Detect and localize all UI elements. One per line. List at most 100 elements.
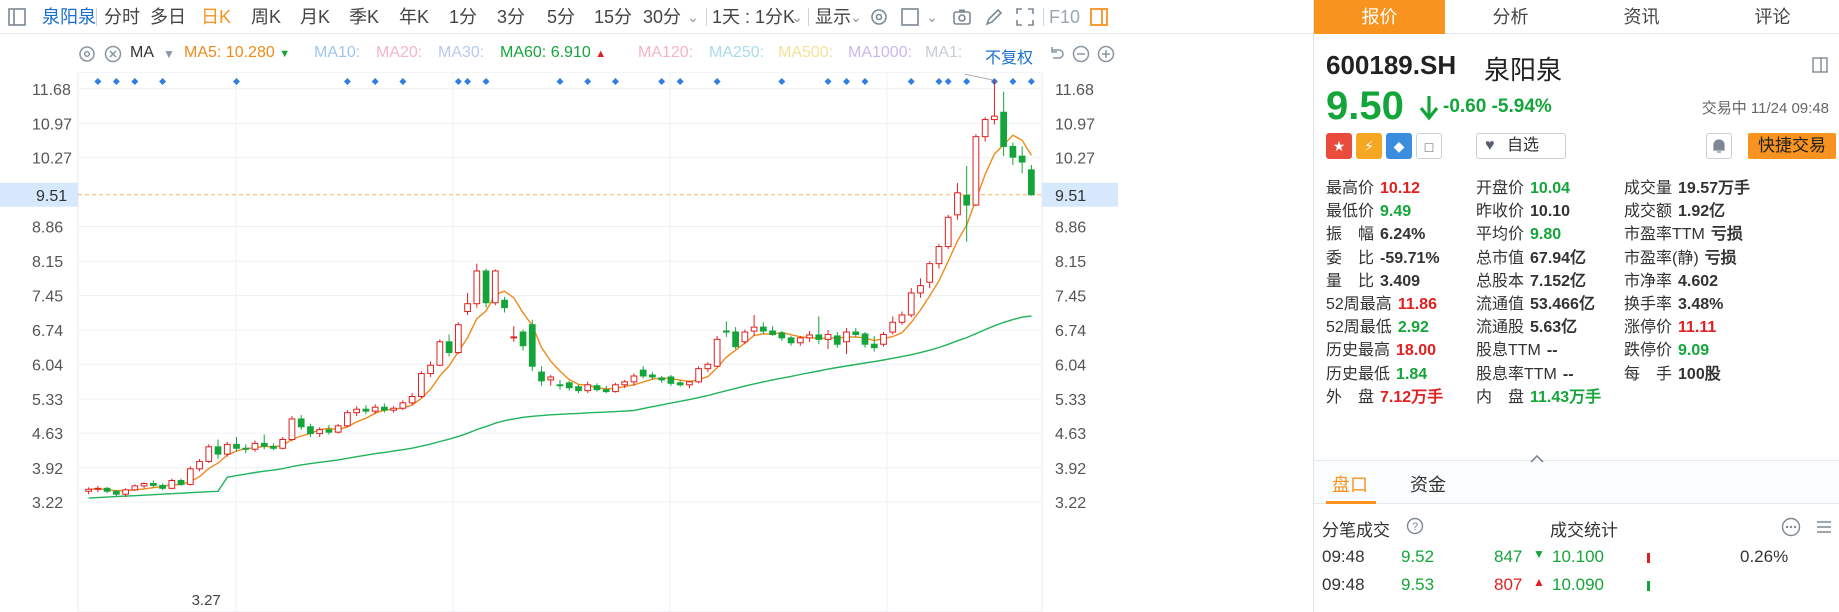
event-marker: [907, 78, 915, 85]
list-menu-icon[interactable]: [1814, 517, 1834, 537]
quote-key: 开盘价: [1476, 180, 1525, 197]
arrow-up-icon: ▲: [595, 48, 607, 60]
china-flag-icon[interactable]: ★: [1326, 133, 1352, 159]
candle-body: [538, 371, 545, 382]
candle-body: [371, 406, 379, 412]
collapse-panel-icon[interactable]: [1811, 56, 1829, 74]
period-yearly-k[interactable]: 年K: [399, 0, 429, 34]
candle-body: [399, 402, 407, 409]
candle-body: [390, 407, 397, 411]
quote-value: 6.24%: [1380, 226, 1426, 244]
period-5min[interactable]: 5分: [547, 0, 575, 34]
y-tick-label-left: 11.68: [32, 82, 71, 99]
zoom-in-icon[interactable]: [1096, 44, 1116, 64]
tag-icon[interactable]: ◆: [1386, 133, 1412, 159]
kline-chart[interactable]: 11.68 11.68 10.97 10.97 10.27 10.27 8.86 8.86 8.…: [0, 72, 1312, 612]
candle-body: [584, 384, 592, 392]
period-1min[interactable]: 1分: [449, 0, 477, 34]
camera-icon[interactable]: [951, 6, 973, 28]
tab-quote[interactable]: 报价: [1314, 0, 1445, 34]
candle-body: [381, 406, 388, 411]
period-30min[interactable]: 30分: [643, 0, 681, 34]
y-tick-label-left: 3.22: [32, 495, 63, 512]
quote-cell: 委 比 -59.71%: [1326, 244, 1440, 268]
help-icon[interactable]: ?: [1406, 517, 1424, 535]
candle-body: [297, 418, 305, 428]
ma-settings-gear-icon[interactable]: [77, 44, 97, 64]
max-price-label: 11.86: [918, 72, 954, 76]
settings-gear-icon[interactable]: [868, 6, 890, 28]
stock-name-tab[interactable]: 泉阳泉: [42, 0, 96, 34]
quote-cell: 历史最高 18.00: [1326, 336, 1436, 360]
quote-cell: 量 比 3.409: [1326, 267, 1420, 291]
tab-news[interactable]: 资讯: [1576, 0, 1707, 34]
svg-text:?: ?: [1412, 521, 1418, 533]
arrow-up-icon: ▲: [1533, 575, 1545, 589]
adjust-toggle[interactable]: 不复权: [985, 44, 1033, 68]
event-marker: [843, 78, 851, 85]
tab-order-book[interactable]: 盘口: [1332, 471, 1368, 497]
candle-body: [353, 408, 361, 414]
tab-capital[interactable]: 资金: [1410, 471, 1446, 497]
layout-square-icon[interactable]: [899, 6, 921, 28]
quote-cell: 最低价 9.49: [1326, 197, 1411, 221]
panel-toggle-icon[interactable]: [1088, 6, 1110, 28]
tab-comments[interactable]: 评论: [1707, 0, 1838, 34]
quote-value: 3.409: [1380, 272, 1421, 290]
candle-body: [556, 384, 564, 387]
period-3min[interactable]: 3分: [497, 0, 525, 34]
tick-price: 9.52: [1401, 547, 1435, 566]
chevron-down-icon[interactable]: ⌄: [786, 6, 808, 28]
period-quarterly-k[interactable]: 季K: [349, 0, 379, 34]
sidebar-toggle-icon[interactable]: [6, 6, 28, 28]
chevron-down-icon[interactable]: ⌄: [682, 6, 704, 28]
bookmark-icon[interactable]: □: [1416, 133, 1442, 159]
period-daily-k[interactable]: 日K: [201, 0, 231, 34]
y-tick-label-left: 6.74: [32, 323, 63, 340]
period-monthly-k[interactable]: 月K: [300, 0, 330, 34]
candle-body: [593, 385, 601, 391]
ma-close-icon[interactable]: [103, 44, 123, 64]
draw-pen-icon[interactable]: [983, 6, 1005, 28]
candle-body: [408, 396, 416, 404]
stock-code: 600189.SH: [1326, 50, 1457, 80]
candle-body: [140, 482, 148, 487]
interval-select[interactable]: 1天 : 1分K: [712, 0, 795, 34]
candle-body: [427, 364, 434, 375]
period-15min[interactable]: 15分: [594, 0, 632, 34]
quote-value: 10.12: [1380, 180, 1421, 197]
quick-trade-button[interactable]: 快捷交易: [1748, 133, 1836, 159]
chevron-down-icon[interactable]: ⌄: [921, 6, 943, 28]
event-marker: [611, 78, 619, 85]
y-tick-label-right: 3.22: [1055, 495, 1086, 512]
candle-body: [935, 246, 943, 265]
f10-button[interactable]: F10: [1049, 0, 1080, 34]
y-tick-label-left: 6.04: [32, 357, 63, 374]
lightning-icon[interactable]: ⚡: [1356, 133, 1382, 159]
quote-cell: 平均价 9.80: [1476, 220, 1561, 244]
event-marker: [861, 78, 869, 85]
tab-analysis[interactable]: 分析: [1445, 0, 1576, 34]
candle-body: [602, 389, 610, 393]
undo-icon[interactable]: [1046, 44, 1066, 64]
add-favorite-button[interactable]: ♥ 自选: [1476, 133, 1566, 159]
ma-type-select[interactable]: MA: [130, 44, 154, 62]
tick-price: 9.53: [1401, 575, 1435, 594]
bell-icon[interactable]: [1706, 133, 1732, 159]
stat-price: 10.100: [1552, 547, 1604, 566]
heart-icon: ♥: [1485, 137, 1495, 154]
candle-body: [307, 426, 314, 435]
period-multiday[interactable]: 多日: [150, 0, 186, 34]
chevron-down-icon[interactable]: ⌄: [845, 6, 867, 28]
period-weekly-k[interactable]: 周K: [251, 0, 281, 34]
chevron-down-icon[interactable]: ▼: [163, 47, 175, 61]
min-price-label: 3.27: [192, 592, 221, 609]
candle-body: [833, 335, 841, 345]
candle-body: [436, 341, 444, 366]
zoom-out-icon[interactable]: [1071, 44, 1091, 64]
ma-legend: MA ▼ MA5: 10.280 ▼ MA10: MA20: MA30: MA6…: [0, 36, 1312, 72]
more-options-icon[interactable]: [1781, 517, 1801, 537]
fullscreen-icon[interactable]: [1014, 6, 1036, 28]
chevron-up-icon[interactable]: [1529, 451, 1545, 463]
period-intraday[interactable]: 分时: [104, 0, 140, 34]
